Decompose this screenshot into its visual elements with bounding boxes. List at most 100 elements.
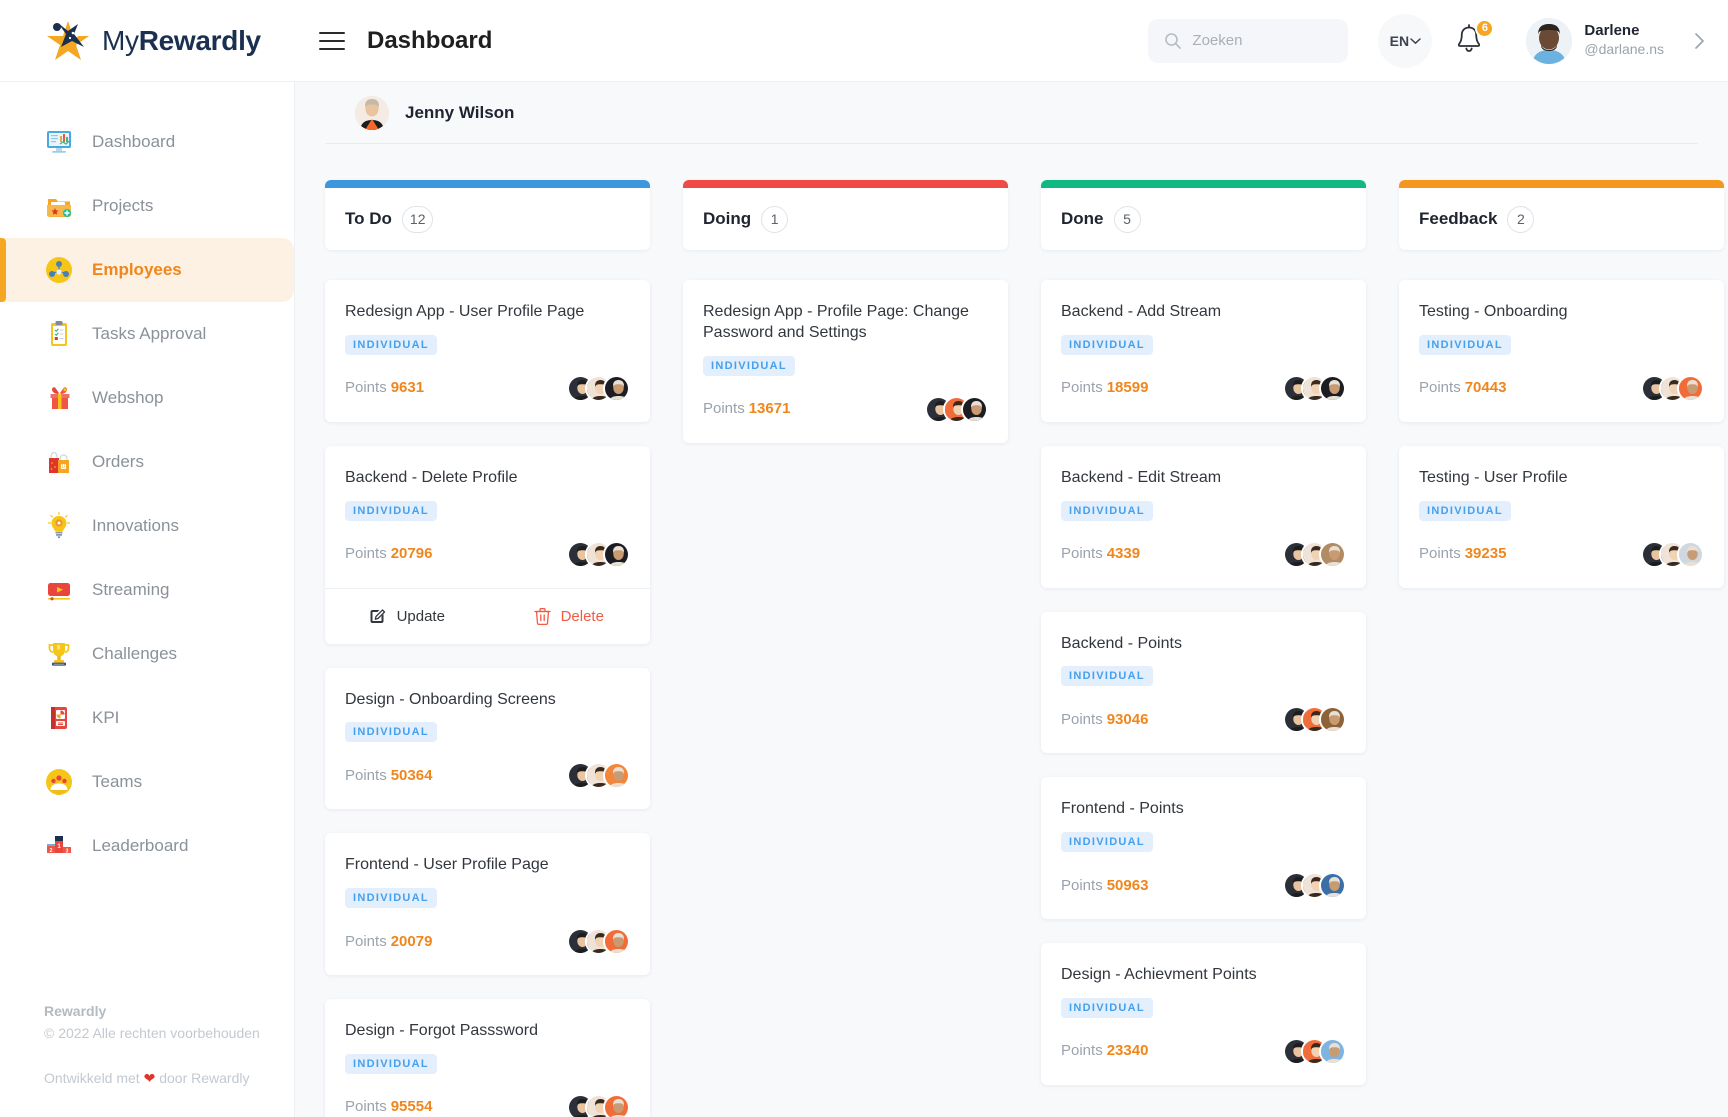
task-type-tag: INDIVIDUAL <box>1419 334 1511 355</box>
points-label: Points <box>1419 379 1461 397</box>
update-label: Update <box>396 607 445 625</box>
person-name: Jenny Wilson <box>405 102 515 122</box>
sidebar-item-label: Teams <box>92 772 143 791</box>
sidebar-item-label: Tasks Approval <box>92 324 207 343</box>
sidebar: Dashboard Projects Employees Tasks Appro… <box>0 82 295 1117</box>
points-value: 50963 <box>1106 876 1149 894</box>
points-label: Points <box>345 766 387 784</box>
brand-name-bold: Rewardly <box>138 24 261 56</box>
column-header: Doing 1 <box>683 180 1008 250</box>
avatar <box>603 928 630 956</box>
column-color-stripe <box>1041 180 1366 188</box>
task-type-tag: INDIVIDUAL <box>703 355 795 376</box>
sidebar-item-webshop[interactable]: Webshop <box>0 366 294 430</box>
task-title: Frontend - User Profile Page <box>345 856 549 874</box>
heart-icon: ❤ <box>143 1069 156 1086</box>
task-card[interactable]: Backend - Add Stream INDIVIDUAL Points 1859… <box>1041 280 1366 422</box>
sidebar-item-tasks-approval[interactable]: Tasks Approval <box>0 302 294 366</box>
search-input[interactable] <box>1192 32 1333 49</box>
user-menu[interactable]: Darlene @darlane.ns <box>1526 17 1706 64</box>
column-color-stripe <box>1399 180 1724 188</box>
language-selector[interactable]: EN <box>1378 13 1433 68</box>
delete-button[interactable]: Delete <box>488 607 651 626</box>
column-title: To Do <box>345 209 392 228</box>
footer-developed-by: Ontwikkeld met ❤ door Rewardly <box>44 1067 274 1089</box>
task-type-tag: INDIVIDUAL <box>1061 666 1153 687</box>
points-value: 18599 <box>1106 379 1149 397</box>
hamburger-menu-icon[interactable] <box>319 31 345 50</box>
assignee-avatars <box>567 762 630 790</box>
sidebar-item-label: Streaming <box>92 580 170 599</box>
brand-logo[interactable]: MyRewardly <box>0 0 295 82</box>
kanban-column: To Do 12 Redesign App - User Profile Page I… <box>325 180 650 1117</box>
points-label: Points <box>345 1098 387 1116</box>
task-card[interactable]: Design - Onboarding Screens INDIVIDUAL Poi… <box>325 667 650 810</box>
task-card[interactable]: Testing - Onboarding INDIVIDUAL Points 7044… <box>1399 280 1724 422</box>
chevron-right-icon[interactable] <box>1694 31 1706 51</box>
sidebar-item-orders[interactable]: U Orders <box>0 430 294 494</box>
task-card[interactable]: Backend - Edit Stream INDIVIDUAL Points 433… <box>1041 445 1366 588</box>
footer-dev-suffix: door Rewardly <box>155 1069 250 1086</box>
points-label: Points <box>345 545 387 563</box>
avatar <box>603 762 630 790</box>
task-card[interactable]: Redesign App - User Profile Page INDIVIDU… <box>325 280 650 422</box>
assignee-avatars <box>1283 872 1346 900</box>
folder-icon <box>44 191 74 221</box>
task-points: Points 50963 <box>1061 877 1148 895</box>
user-name: Darlene <box>1584 22 1640 40</box>
sidebar-item-projects[interactable]: Projects <box>0 174 294 238</box>
notification-count-badge: 6 <box>1475 18 1495 38</box>
points-label: Points <box>1061 1042 1103 1060</box>
sidebar-item-leaderboard[interactable]: 123 Leaderboard <box>0 814 294 878</box>
update-button[interactable]: Update <box>325 607 488 626</box>
sidebar-item-dashboard[interactable]: Dashboard <box>0 110 294 174</box>
points-label: Points <box>345 379 387 397</box>
shopping-bag-icon: U <box>44 447 74 477</box>
sidebar-item-employees[interactable]: Employees <box>0 238 294 302</box>
page-title: Dashboard <box>367 26 493 54</box>
task-points: Points 18599 <box>1061 379 1148 397</box>
task-card[interactable]: Frontend - User Profile Page INDIVIDUAL Po… <box>325 833 650 976</box>
task-type-tag: INDIVIDUAL <box>345 500 437 521</box>
sidebar-item-streaming[interactable]: Streaming <box>0 558 294 622</box>
task-card[interactable]: Backend - Delete Profile INDIVIDUAL Points… <box>325 445 651 644</box>
points-value: 95554 <box>390 1098 433 1116</box>
points-value: 23340 <box>1106 1042 1149 1060</box>
task-card[interactable]: Testing - User Profile INDIVIDUAL Points 39… <box>1399 445 1724 588</box>
sidebar-nav: Dashboard Projects Employees Tasks Appro… <box>0 82 294 878</box>
task-card[interactable]: Design - Achievment Points INDIVIDUAL Poin… <box>1041 943 1366 1085</box>
task-card[interactable]: Frontend - Points INDIVIDUAL Points 50963 <box>1041 777 1366 920</box>
column-color-stripe <box>325 180 650 188</box>
sidebar-item-teams[interactable]: Teams <box>0 750 294 814</box>
star-logo-icon <box>44 17 92 65</box>
assignee-avatars <box>1283 1037 1346 1065</box>
task-points: Points 4339 <box>1061 545 1140 563</box>
sidebar-item-kpi[interactable]: KPI <box>0 686 294 750</box>
sidebar-item-innovations[interactable]: Innovations <box>0 494 294 558</box>
svg-text:U: U <box>62 464 66 470</box>
points-value: 20079 <box>390 932 433 950</box>
task-title: Backend - Delete Profile <box>345 468 518 486</box>
sidebar-item-challenges[interactable]: Challenges <box>0 622 294 686</box>
notifications-button[interactable]: 6 <box>1454 18 1495 60</box>
gift-icon <box>44 383 74 413</box>
points-label: Points <box>703 400 745 418</box>
task-points: Points 50364 <box>345 767 432 785</box>
avatar <box>1319 706 1346 734</box>
points-label: Points <box>1061 710 1103 728</box>
task-card[interactable]: Backend - Points INDIVIDUAL Points 93046 <box>1041 611 1366 754</box>
top-bar-right: EN 6 <box>1148 13 1728 68</box>
avatar <box>1319 540 1346 568</box>
avatar <box>1677 374 1704 402</box>
task-card[interactable]: Redesign App - Profile Page: Change Pass… <box>683 280 1008 443</box>
task-type-tag: INDIVIDUAL <box>345 334 437 355</box>
dashboard-icon <box>44 127 74 157</box>
search-icon <box>1164 32 1182 50</box>
footer-copyright: © 2022 Alle rechten voorbehouden <box>44 1025 260 1042</box>
top-bar: MyRewardly Dashboard EN <box>0 0 1728 82</box>
task-card[interactable]: Design - Forgot Passsword INDIVIDUAL Point… <box>325 999 650 1117</box>
search-box[interactable] <box>1148 18 1349 63</box>
svg-text:3: 3 <box>66 849 69 855</box>
sidebar-item-label: Projects <box>92 196 154 215</box>
assignee-avatars <box>1283 540 1346 568</box>
